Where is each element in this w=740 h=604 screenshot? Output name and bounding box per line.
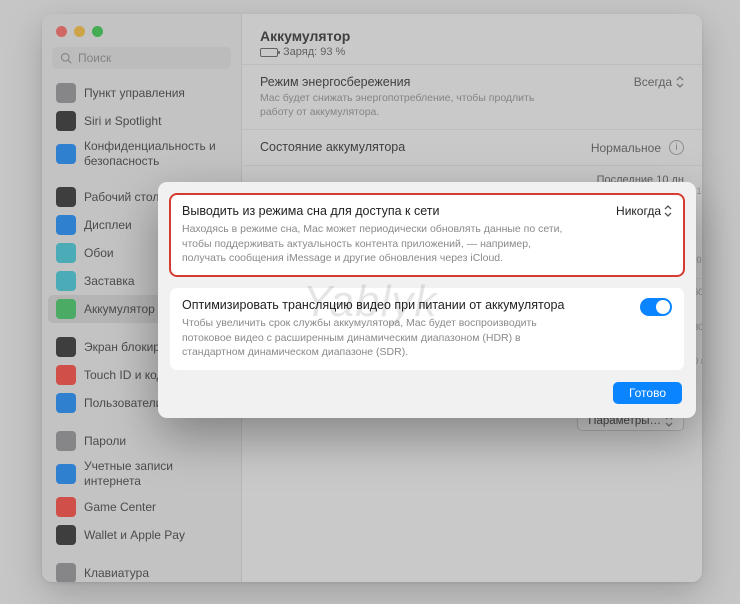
done-button[interactable]: Готово xyxy=(613,382,682,404)
option-wake-for-network: Выводить из режима сна для доступа к сет… xyxy=(170,194,684,276)
option-optimize-video: Оптимизировать трансляцию видео при пита… xyxy=(170,288,684,370)
video-title: Оптимизировать трансляцию видео при пита… xyxy=(182,298,572,312)
wake-select[interactable]: Никогда xyxy=(616,204,672,218)
wake-desc: Находясь в режиме сна, Mac может периоди… xyxy=(182,222,572,266)
chevron-updown-icon xyxy=(664,205,672,217)
video-toggle[interactable] xyxy=(640,298,672,316)
video-desc: Чтобы увеличить срок службы аккумулятора… xyxy=(182,316,572,360)
wake-title: Выводить из режима сна для доступа к сет… xyxy=(182,204,572,218)
options-dialog: Выводить из режима сна для доступа к сет… xyxy=(158,182,696,418)
